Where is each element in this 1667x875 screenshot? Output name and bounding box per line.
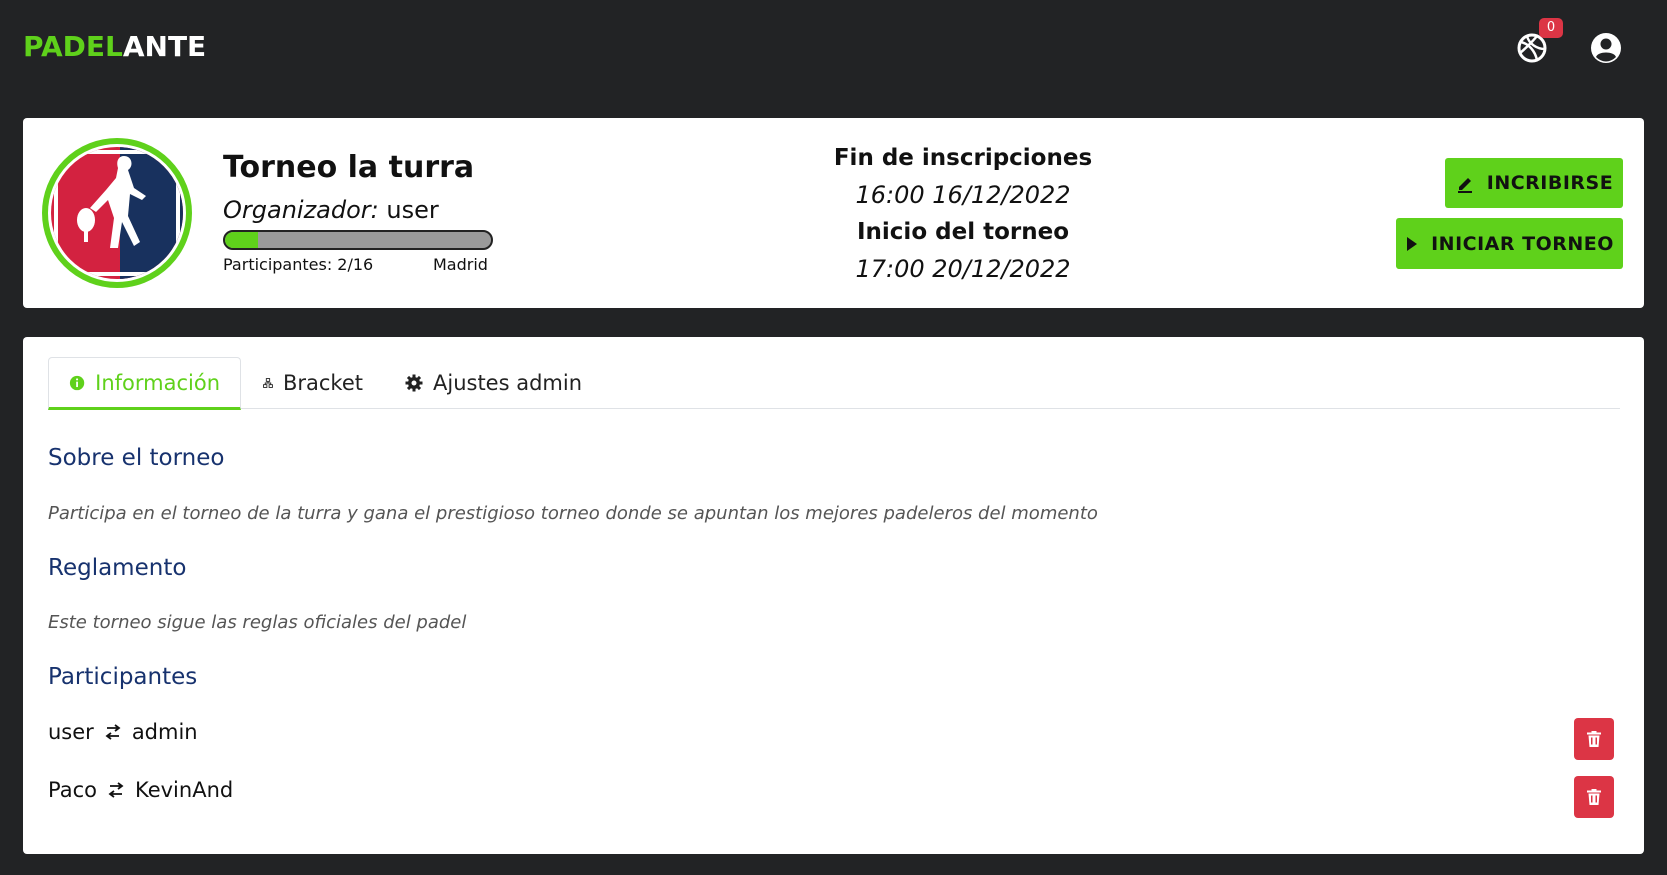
trash-icon <box>1587 731 1601 747</box>
organizer-name: user <box>386 196 439 224</box>
team-player-2: admin <box>131 720 198 744</box>
trash-icon <box>1587 789 1601 805</box>
team-player-1: user <box>48 720 94 744</box>
registration-end-value: 16:00 16/12/2022 <box>855 181 1071 209</box>
rules-heading: Reglamento <box>48 555 187 581</box>
team-player-1: Paco <box>48 778 97 802</box>
tournament-logo <box>42 138 192 288</box>
bracket-icon <box>263 378 273 388</box>
participants-progress-bar <box>223 230 493 250</box>
progress-fill <box>225 232 259 248</box>
pencil-icon <box>1457 178 1472 193</box>
play-icon <box>1407 236 1418 251</box>
tab-bracket-label: Bracket <box>282 371 363 395</box>
delete-team-button[interactable] <box>1574 718 1614 760</box>
gear-icon <box>405 374 423 392</box>
registration-end-label: Fin de inscripciones <box>833 145 1093 171</box>
participants-heading: Participantes <box>48 664 198 690</box>
organizer-label: Organizador: <box>223 196 379 224</box>
about-heading: Sobre el torneo <box>48 445 225 471</box>
team-row: user admin <box>48 720 198 744</box>
about-text: Participa en el torneo de la turra y gan… <box>48 503 1098 524</box>
tournament-dates: Fin de inscripciones 16:00 16/12/2022 In… <box>723 140 1203 288</box>
brand-logo[interactable]: PADELANTE <box>23 30 206 63</box>
navbar: PADELANTE 0 <box>0 0 1667 100</box>
notification-badge: 0 <box>1539 18 1563 38</box>
team-player-2: KevinAnd <box>134 778 234 802</box>
tournament-start-value: 17:00 20/12/2022 <box>855 255 1071 283</box>
rules-text: Este torneo sigue las reglas oficiales d… <box>48 612 467 633</box>
team-row: Paco KevinAnd <box>48 778 233 802</box>
tournament-details-card: Información Bracket Ajustes admin Sobre … <box>23 337 1644 854</box>
organizer-line: Organizador: user <box>223 196 439 224</box>
start-tournament-button[interactable]: INICIAR TORNEO <box>1396 218 1623 269</box>
tournament-start-label: Inicio del torneo <box>856 219 1069 245</box>
tab-bar: Información Bracket Ajustes admin <box>48 357 1620 410</box>
info-icon <box>69 375 85 390</box>
tab-informacion[interactable]: Información <box>48 357 241 410</box>
inscribe-button[interactable]: INCRIBIRSE <box>1445 158 1623 208</box>
tournament-title: Torneo la turra <box>223 150 475 185</box>
swap-arrows-icon <box>105 724 121 740</box>
delete-team-button[interactable] <box>1574 776 1614 818</box>
tab-ajustes-admin-label: Ajustes admin <box>433 371 583 395</box>
brand-part-1: PADEL <box>23 30 123 63</box>
start-tournament-button-label: INICIAR TORNEO <box>1431 232 1614 255</box>
swap-arrows-icon <box>108 782 124 798</box>
tab-bracket[interactable]: Bracket <box>243 357 383 409</box>
tab-informacion-label: Información <box>95 370 220 395</box>
participants-count: Participantes: 2/16 <box>223 255 374 274</box>
tournament-header-card: Torneo la turra Organizador: user Partic… <box>23 118 1644 308</box>
brand-part-2: ANTE <box>122 30 207 63</box>
user-account-icon[interactable] <box>1589 31 1623 65</box>
tab-ajustes-admin[interactable]: Ajustes admin <box>385 357 605 409</box>
tournament-location: Madrid <box>433 255 488 274</box>
inscribe-button-label: INCRIBIRSE <box>1486 172 1614 194</box>
